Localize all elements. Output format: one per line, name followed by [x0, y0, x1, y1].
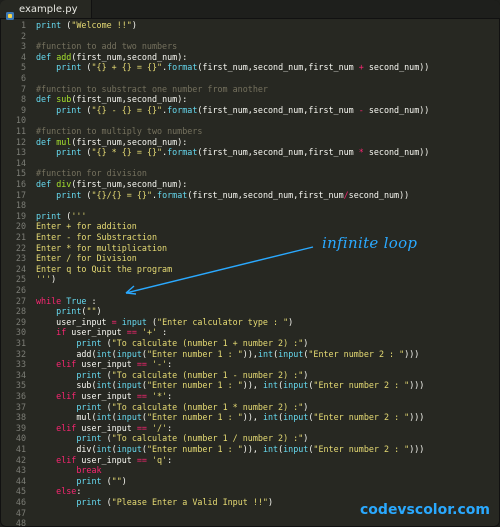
- line-number: 9: [20, 104, 26, 115]
- tab-bar: example.py: [0, 0, 500, 20]
- line-number: 44: [15, 475, 26, 486]
- line-number: 10: [15, 115, 26, 126]
- code-line[interactable]: elif user_input == '-':: [36, 359, 172, 370]
- line-number: 16: [15, 179, 26, 189]
- line-number: 26: [15, 285, 26, 295]
- code-line[interactable]: #function to add two numbers: [36, 41, 177, 52]
- line-number: 23: [15, 253, 26, 264]
- watermark: codevscolor.com: [360, 502, 490, 518]
- code-line[interactable]: print ("To calculate (number 1 - number …: [36, 370, 308, 381]
- line-number: 31: [15, 338, 26, 348]
- tab-example-py[interactable]: example.py: [0, 0, 92, 20]
- code-line[interactable]: sub(int(input("Enter number 1 : ")), int…: [36, 380, 424, 391]
- line-number: 34: [15, 369, 26, 380]
- line-number-gutter: 1 2 3 4 5 6 7 8 9 10 11 12 13 14 15 16 17 18 19 20 21 22 23 24 2…: [0, 19, 26, 527]
- line-number: 15: [15, 168, 26, 179]
- line-number: 45: [15, 486, 26, 497]
- line-number: 36: [15, 391, 26, 401]
- line-number: 5: [20, 62, 26, 73]
- code-line[interactable]: else:: [36, 486, 81, 497]
- line-number: 12: [15, 136, 26, 147]
- line-number: 2: [20, 30, 26, 41]
- line-number: 11: [15, 126, 26, 136]
- python-file-icon: [6, 5, 14, 20]
- line-number: 39: [15, 422, 26, 433]
- code-line[interactable]: elif user_input == '*':: [36, 391, 172, 402]
- code-line[interactable]: mul(int(input("Enter number 1 : ")), int…: [36, 412, 424, 423]
- line-number: 35: [15, 380, 26, 391]
- code-line[interactable]: print(""): [36, 306, 101, 317]
- code-line[interactable]: def add(first_num,second_num):: [36, 52, 187, 63]
- editor-window: example.py 1 2 3 4 5 6 7 8 9 10 11 12 13 14 15 16 17 18 19…: [0, 0, 500, 527]
- line-number: 14: [15, 157, 26, 168]
- code-line[interactable]: #function to substract one number from a…: [36, 84, 268, 95]
- line-number: 4: [20, 51, 26, 62]
- line-number: 3: [20, 41, 26, 52]
- code-line[interactable]: div(int(input("Enter number 1 : ")), int…: [36, 444, 424, 455]
- code-line[interactable]: #function for division: [36, 168, 147, 179]
- line-number: 42: [15, 454, 26, 465]
- code-line[interactable]: add(int(input("Enter number 1 : ")),int(…: [36, 349, 419, 360]
- line-number: 27: [15, 295, 26, 306]
- code-line[interactable]: def div(first_num,second_num):: [36, 179, 187, 190]
- line-number: 17: [15, 189, 26, 200]
- code-line[interactable]: elif user_input == '/':: [36, 423, 172, 434]
- line-number: 21: [15, 232, 26, 242]
- line-number: 7: [20, 83, 26, 94]
- line-number: 25: [15, 274, 26, 285]
- code-line[interactable]: #function to multiply two numbers: [36, 126, 202, 137]
- tab-label: example.py: [19, 3, 78, 15]
- line-number: 37: [15, 401, 26, 412]
- line-number: 46: [15, 497, 26, 507]
- code-line[interactable]: print ("To calculate (number 1 / number …: [36, 433, 308, 444]
- line-number: 6: [20, 73, 26, 83]
- code-line[interactable]: break: [36, 465, 101, 476]
- line-number: 33: [15, 359, 26, 370]
- code-line[interactable]: Enter - for Substraction: [36, 232, 157, 243]
- line-number: 20: [15, 221, 26, 232]
- code-line[interactable]: print ("To calculate (number 1 + number …: [36, 338, 308, 349]
- line-number: 8: [20, 94, 26, 105]
- code-line[interactable]: if user_input == '+' :: [36, 327, 167, 338]
- code-line[interactable]: print ("To calculate (number 1 * number …: [36, 402, 308, 413]
- code-line[interactable]: while True :: [36, 296, 97, 307]
- code-line[interactable]: print ("{} * {} = {}".format(first_num,s…: [36, 147, 429, 158]
- line-number: 28: [15, 306, 26, 317]
- code-line[interactable]: print (""): [36, 476, 126, 487]
- line-number: 24: [15, 263, 26, 274]
- line-number: 13: [15, 147, 26, 158]
- line-number: 30: [15, 327, 26, 338]
- line-number: 43: [15, 465, 26, 476]
- line-number: 32: [15, 348, 26, 359]
- line-number: 22: [15, 242, 26, 253]
- line-number: 1: [20, 20, 26, 30]
- line-number: 48: [15, 518, 26, 527]
- code-line[interactable]: print ("Please Enter a Valid Input !!"): [36, 497, 273, 508]
- line-number: 47: [15, 507, 26, 518]
- line-number: 38: [15, 412, 26, 423]
- code-line[interactable]: print ("{}/{} = {}".format(first_num,sec…: [36, 190, 409, 201]
- code-line[interactable]: def sub(first_num,second_num):: [36, 94, 187, 105]
- line-number: 18: [15, 200, 26, 211]
- code-line[interactable]: print ("{} + {} = {}".format(first_num,s…: [36, 62, 429, 73]
- code-line[interactable]: def mul(first_num,second_num):: [36, 137, 187, 148]
- line-number: 40: [15, 433, 26, 444]
- code-line[interactable]: print ("Welcome !!"): [36, 20, 137, 31]
- code-line[interactable]: elif user_input == 'q':: [36, 455, 172, 466]
- code-line[interactable]: print (''': [36, 211, 86, 222]
- code-line[interactable]: user_input = input ("Enter calculator ty…: [36, 317, 293, 328]
- code-line[interactable]: Enter + for addition: [36, 221, 137, 232]
- line-number: 29: [15, 316, 26, 327]
- line-number: 19: [15, 210, 26, 221]
- line-number: 41: [15, 444, 26, 454]
- code-line[interactable]: print ("{} - {} = {}".format(first_num,s…: [36, 105, 429, 116]
- code-line[interactable]: '''): [36, 274, 56, 285]
- annotation-arrow-icon: [125, 246, 314, 295]
- infinite-loop-annotation: infinite loop: [322, 234, 418, 252]
